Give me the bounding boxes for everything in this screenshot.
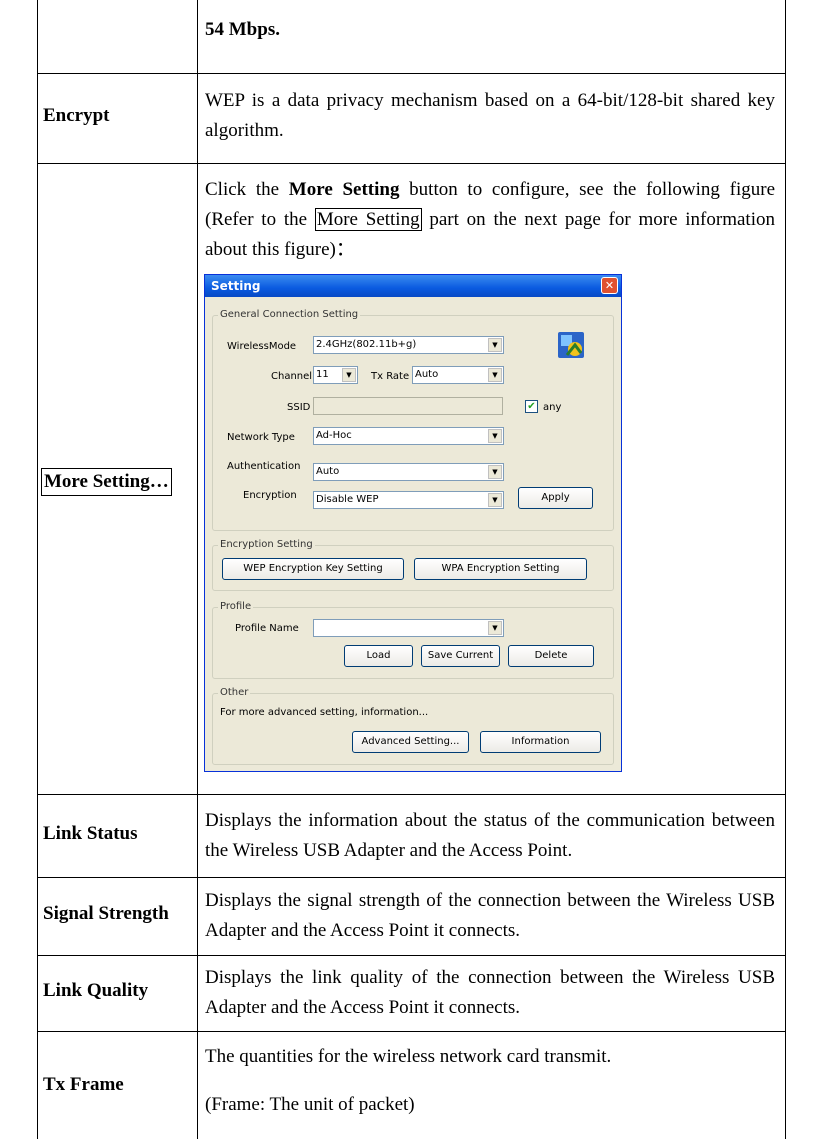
table-row-divider xyxy=(37,794,786,795)
dialog-title: Setting xyxy=(211,279,261,293)
chevron-down-icon[interactable]: ▼ xyxy=(488,493,502,507)
network-type-select[interactable]: Ad-Hoc ▼ xyxy=(313,427,504,445)
wireless-mode-select[interactable]: 2.4GHz(802.11b+g) ▼ xyxy=(313,336,504,354)
authentication-select[interactable]: Auto ▼ xyxy=(313,463,504,481)
group-title: Profile xyxy=(218,601,254,612)
row-desc-signal-strength: Displays the signal strength of the conn… xyxy=(205,890,775,941)
chevron-down-icon[interactable]: ▼ xyxy=(488,429,502,443)
dialog-title-bar[interactable]: Setting ✕ xyxy=(205,275,621,297)
ssid-field[interactable] xyxy=(313,397,503,415)
desc-text: Click the xyxy=(205,179,289,200)
advanced-setting-button[interactable]: Advanced Setting... xyxy=(352,731,469,753)
chevron-down-icon[interactable]: ▼ xyxy=(342,368,356,382)
save-current-button[interactable]: Save Current xyxy=(421,645,500,667)
row-label-more-setting: More Setting… xyxy=(41,468,172,496)
any-label: any xyxy=(543,402,562,413)
row-label-link-status: Link Status xyxy=(43,823,138,844)
encryption-value: Disable WEP xyxy=(316,494,379,505)
row-desc-tx-frame: The quantities for the wireless network … xyxy=(205,1046,612,1067)
close-icon[interactable]: ✕ xyxy=(601,277,618,294)
network-type-label: Network Type xyxy=(227,432,295,443)
any-checkbox[interactable]: ✔ xyxy=(525,400,538,413)
wireless-network-icon xyxy=(558,332,584,358)
chevron-down-icon[interactable]: ▼ xyxy=(488,621,502,635)
table-row-divider xyxy=(37,73,786,74)
row-label-tx-frame: Tx Frame xyxy=(43,1074,124,1095)
encryption-select[interactable]: Disable WEP ▼ xyxy=(313,491,504,509)
wep-encryption-key-setting-button[interactable]: WEP Encryption Key Setting xyxy=(222,558,404,580)
ssid-label: SSID xyxy=(287,402,311,413)
group-title: General Connection Setting xyxy=(218,309,361,320)
row-desc-more-setting: Click the More Setting button to configu… xyxy=(205,175,775,265)
network-type-value: Ad-Hoc xyxy=(316,430,352,441)
wireless-mode-value: 2.4GHz(802.11b+g) xyxy=(316,339,417,350)
channel-label: Channel xyxy=(271,371,313,382)
delete-button[interactable]: Delete xyxy=(508,645,594,667)
row-desc-tx-frame-note: (Frame: The unit of packet) xyxy=(205,1094,415,1115)
wpa-encryption-setting-button[interactable]: WPA Encryption Setting xyxy=(414,558,587,580)
profile-name-label: Profile Name xyxy=(235,623,299,634)
load-button[interactable]: Load xyxy=(344,645,413,667)
row-desc-link-status: Displays the information about the statu… xyxy=(205,810,775,861)
channel-value: 11 xyxy=(316,369,329,380)
table-row-divider xyxy=(37,163,786,164)
group-title: Other xyxy=(218,687,251,698)
row-label-signal-strength: Signal Strength xyxy=(43,903,169,924)
setting-dialog: Setting ✕ General Connection Setting Wir… xyxy=(204,274,622,772)
tx-rate-select[interactable]: Auto ▼ xyxy=(412,366,504,384)
other-group: Other xyxy=(212,687,614,765)
row-label-link-quality: Link Quality xyxy=(43,980,149,1001)
authentication-value: Auto xyxy=(316,466,340,477)
row-desc-link-quality: Displays the link quality of the connect… xyxy=(205,967,775,1018)
desc-boxed-reference[interactable]: More Setting xyxy=(314,208,422,231)
group-title: Encryption Setting xyxy=(218,539,315,550)
row-label-encrypt: Encrypt xyxy=(43,105,110,126)
authentication-label: Authentication xyxy=(227,461,301,472)
chevron-down-icon[interactable]: ▼ xyxy=(488,465,502,479)
table-row-divider xyxy=(37,955,786,956)
table-row-divider xyxy=(37,1031,786,1032)
apply-button[interactable]: Apply xyxy=(518,487,593,509)
table-border-right xyxy=(785,0,786,1139)
chevron-down-icon[interactable]: ▼ xyxy=(488,338,502,352)
profile-group: Profile xyxy=(212,601,614,679)
table-column-divider xyxy=(197,0,198,1139)
tx-rate-value: Auto xyxy=(415,369,439,380)
other-description: For more advanced setting, information..… xyxy=(220,707,429,718)
row-desc-speed: 54 Mbps. xyxy=(205,19,280,40)
table-row-divider xyxy=(37,877,786,878)
encryption-label: Encryption xyxy=(243,490,297,501)
profile-name-select[interactable]: ▼ xyxy=(313,619,504,637)
information-button[interactable]: Information xyxy=(480,731,601,753)
tx-rate-label: Tx Rate xyxy=(371,371,410,382)
channel-select[interactable]: 11 ▼ xyxy=(313,366,358,384)
row-desc-encrypt: WEP is a data privacy mechanism based on… xyxy=(205,90,775,141)
chevron-down-icon[interactable]: ▼ xyxy=(488,368,502,382)
table-border-left xyxy=(37,0,38,1139)
wireless-mode-label: WirelessMode xyxy=(227,341,297,352)
desc-bold-term: More Setting xyxy=(288,179,400,200)
